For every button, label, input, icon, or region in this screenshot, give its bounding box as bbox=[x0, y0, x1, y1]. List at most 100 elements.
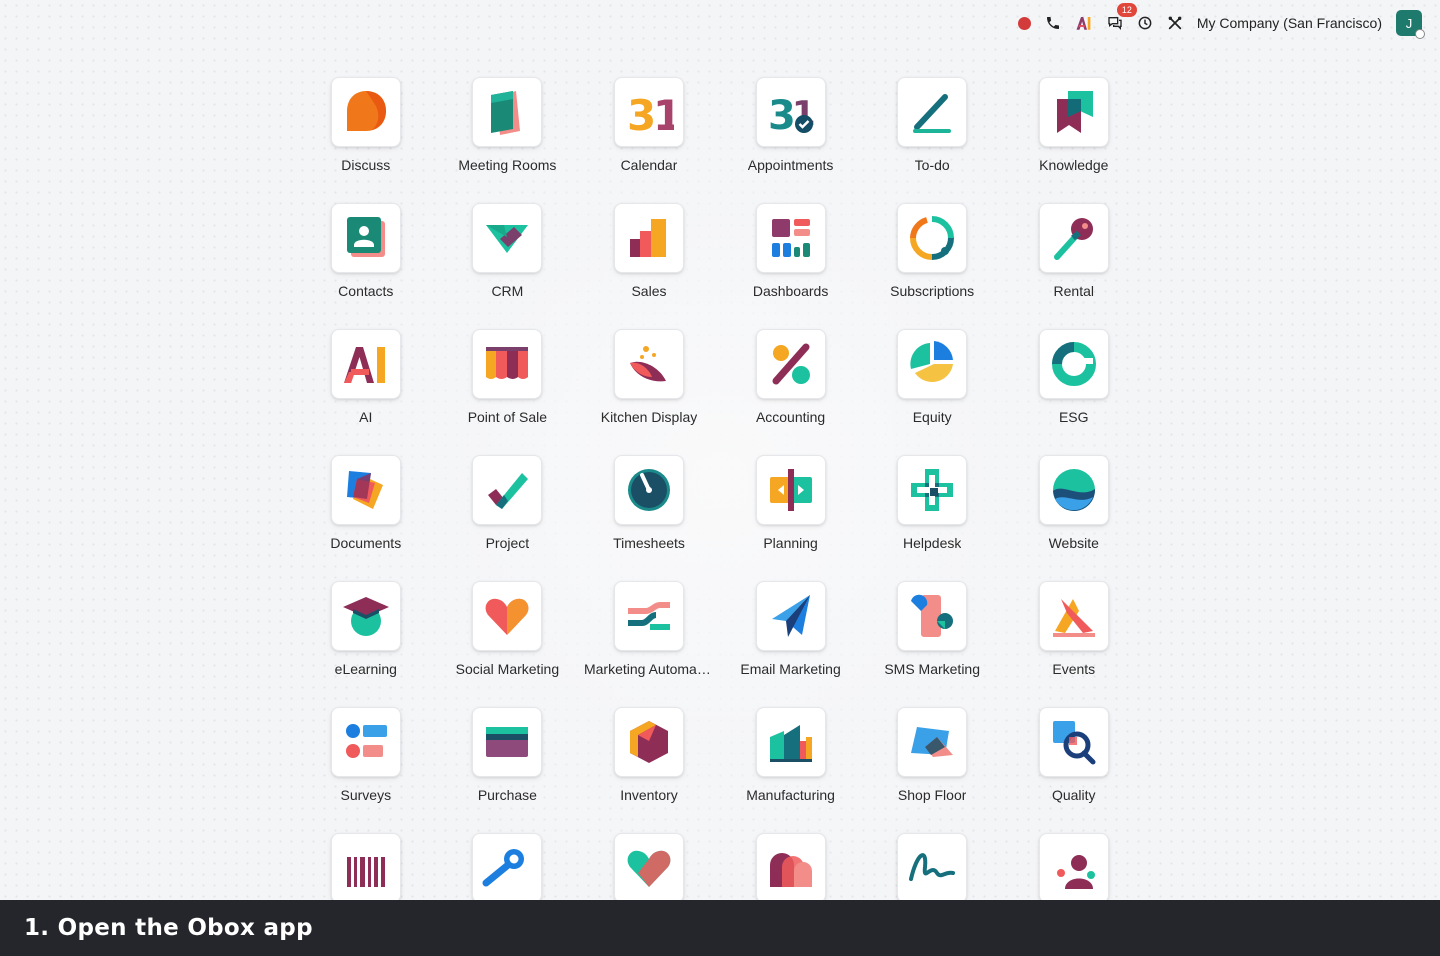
app-label: eLearning bbox=[334, 661, 397, 677]
app-project[interactable]: Project bbox=[437, 455, 579, 551]
dashboards-icon bbox=[755, 203, 826, 273]
todo-icon bbox=[897, 77, 968, 147]
app-label: Discuss bbox=[341, 157, 391, 173]
settings-tools-icon[interactable] bbox=[1167, 11, 1183, 35]
discuss-icon bbox=[330, 77, 401, 147]
email-marketing-icon bbox=[755, 581, 826, 651]
clock-icon[interactable] bbox=[1137, 11, 1153, 35]
app-events[interactable]: Events bbox=[1003, 581, 1145, 677]
app-esg[interactable]: ESG bbox=[1003, 329, 1145, 425]
project-icon bbox=[472, 455, 543, 525]
app-label: Social Marketing bbox=[455, 661, 560, 677]
app-label: Appointments bbox=[747, 157, 834, 173]
app-equity[interactable]: Equity bbox=[861, 329, 1003, 425]
barcode-icon bbox=[330, 833, 401, 903]
app-todo[interactable]: To-do bbox=[861, 77, 1003, 173]
appointments-icon: 31 bbox=[755, 77, 826, 147]
meeting-rooms-icon bbox=[472, 77, 543, 147]
app-meeting-rooms[interactable]: Meeting Rooms bbox=[437, 77, 579, 173]
shop-floor-icon bbox=[897, 707, 968, 777]
app-label: Email Marketing bbox=[740, 661, 841, 677]
contacts-icon bbox=[330, 203, 401, 273]
company-switcher[interactable]: My Company (San Francisco) bbox=[1197, 15, 1382, 31]
app-label: Shop Floor bbox=[897, 787, 967, 803]
rental-icon bbox=[1038, 203, 1109, 273]
kitchen-display-icon bbox=[613, 329, 684, 399]
point-of-sale-icon bbox=[472, 329, 543, 399]
app-appointments[interactable]: 31 Appointments bbox=[720, 77, 862, 173]
app-label: Contacts bbox=[338, 283, 394, 299]
app-rental[interactable]: Rental bbox=[1003, 203, 1145, 299]
app-quality[interactable]: Quality bbox=[1003, 707, 1145, 803]
app-contacts[interactable]: Contacts bbox=[295, 203, 437, 299]
app-discuss[interactable]: Discuss bbox=[295, 77, 437, 173]
app-label: Timesheets bbox=[613, 535, 685, 551]
app-label: Meeting Rooms bbox=[458, 157, 557, 173]
app-inventory[interactable]: Inventory bbox=[578, 707, 720, 803]
app-email-marketing[interactable]: Email Marketing bbox=[720, 581, 862, 677]
app-planning[interactable]: Planning bbox=[720, 455, 862, 551]
app-label: CRM bbox=[491, 283, 524, 299]
app-label: Purchase bbox=[477, 787, 537, 803]
app-shop-floor[interactable]: Shop Floor bbox=[861, 707, 1003, 803]
user-avatar[interactable]: J bbox=[1396, 10, 1425, 39]
app-calendar[interactable]: 31 Calendar bbox=[578, 77, 720, 173]
equity-icon bbox=[897, 329, 968, 399]
app-website[interactable]: Website bbox=[1003, 455, 1145, 551]
website-icon bbox=[1038, 455, 1109, 525]
arcs-app-icon bbox=[755, 833, 826, 903]
surveys-icon bbox=[330, 707, 401, 777]
app-label: Rental bbox=[1053, 283, 1094, 299]
esg-icon bbox=[1038, 329, 1109, 399]
app-label: Inventory bbox=[620, 787, 678, 803]
app-ai[interactable]: AI bbox=[295, 329, 437, 425]
app-label: Marketing Automation bbox=[583, 661, 714, 677]
app-kitchen-display[interactable]: Kitchen Display bbox=[578, 329, 720, 425]
app-social-marketing[interactable]: Social Marketing bbox=[437, 581, 579, 677]
record-dot bbox=[1017, 16, 1031, 30]
app-marketing-automation[interactable]: Marketing Automation bbox=[578, 581, 720, 677]
documents-icon bbox=[330, 455, 401, 525]
app-label: Kitchen Display bbox=[600, 409, 698, 425]
app-sales[interactable]: Sales bbox=[578, 203, 720, 299]
app-elearning[interactable]: eLearning bbox=[295, 581, 437, 677]
heart-app-icon bbox=[613, 833, 684, 903]
ai-icon[interactable] bbox=[1075, 11, 1093, 35]
app-crm[interactable]: CRM bbox=[437, 203, 579, 299]
app-documents[interactable]: Documents bbox=[295, 455, 437, 551]
app-dashboards[interactable]: Dashboards bbox=[720, 203, 862, 299]
planning-icon bbox=[755, 455, 826, 525]
app-knowledge[interactable]: Knowledge bbox=[1003, 77, 1145, 173]
record-icon[interactable] bbox=[1017, 11, 1031, 35]
app-purchase[interactable]: Purchase bbox=[437, 707, 579, 803]
app-label: Dashboards bbox=[752, 283, 829, 299]
people-app-icon bbox=[1038, 833, 1109, 903]
chat-icon[interactable]: 12 bbox=[1107, 3, 1137, 35]
app-label: Project bbox=[485, 535, 530, 551]
accounting-icon bbox=[755, 329, 826, 399]
app-manufacturing[interactable]: Manufacturing bbox=[720, 707, 862, 803]
app-accounting[interactable]: Accounting bbox=[720, 329, 862, 425]
quality-icon bbox=[1038, 707, 1109, 777]
app-label: Knowledge bbox=[1039, 157, 1109, 173]
app-label: Website bbox=[1048, 535, 1099, 551]
sms-marketing-icon bbox=[897, 581, 968, 651]
app-label: Point of Sale bbox=[467, 409, 548, 425]
app-grid: Discuss Meeting Rooms 31 Calendar 31 App… bbox=[295, 77, 1145, 913]
app-subscriptions[interactable]: Subscriptions bbox=[861, 203, 1003, 299]
app-label: Manufacturing bbox=[746, 787, 835, 803]
app-surveys[interactable]: Surveys bbox=[295, 707, 437, 803]
app-sms-marketing[interactable]: SMS Marketing bbox=[861, 581, 1003, 677]
svg-text:3: 3 bbox=[627, 91, 656, 137]
sign-icon bbox=[897, 833, 968, 903]
presence-status-icon bbox=[1415, 29, 1425, 39]
phone-icon[interactable] bbox=[1045, 11, 1061, 35]
ai-app-icon bbox=[330, 329, 401, 399]
app-point-of-sale[interactable]: Point of Sale bbox=[437, 329, 579, 425]
app-helpdesk[interactable]: Helpdesk bbox=[861, 455, 1003, 551]
app-timesheets[interactable]: Timesheets bbox=[578, 455, 720, 551]
top-navbar: 12 My Company (San Francisco) J bbox=[0, 0, 1440, 46]
app-label: Sales bbox=[631, 283, 667, 299]
purchase-icon bbox=[472, 707, 543, 777]
avatar-initial: J bbox=[1405, 15, 1413, 31]
